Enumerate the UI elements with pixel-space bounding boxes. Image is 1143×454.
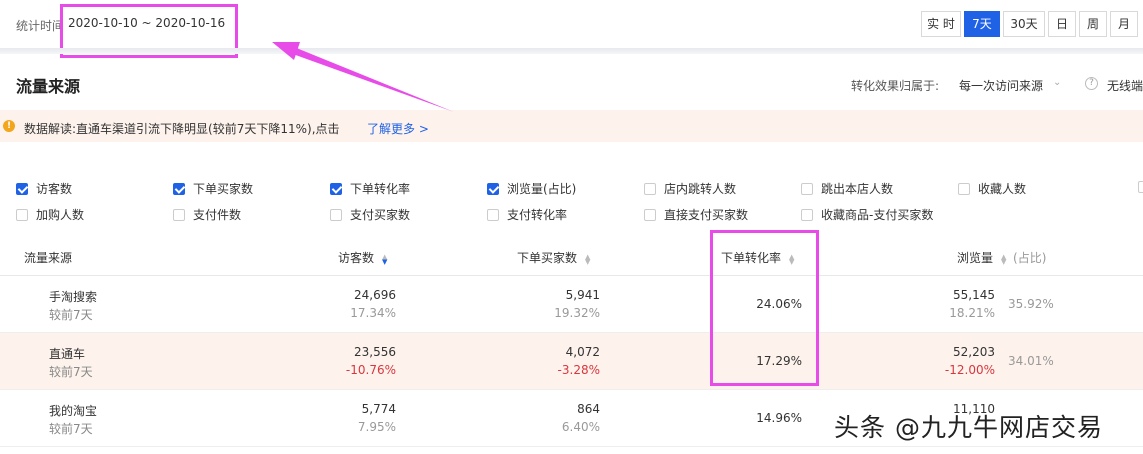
metric-label: 直接支付买家数 <box>664 208 749 222</box>
visitors-change: 17.34% <box>350 306 396 320</box>
metric-label: 支付转化率 <box>507 208 568 222</box>
visitors-change: 7.95% <box>357 420 396 434</box>
buyers-change: -3.28% <box>557 363 600 377</box>
metric-bounce[interactable]: 跳出本店人数 <box>801 180 893 197</box>
col-source: 流量来源 <box>24 251 73 265</box>
table-row[interactable]: 直通车 较前7天 23,556 -10.76% 4,072 -3.28% 17.… <box>0 333 1143 390</box>
pageviews-share: 35.92% <box>1008 297 1054 311</box>
col-visitors[interactable]: 访客数 ▲ ▼ <box>338 249 390 266</box>
col-order-buyers[interactable]: 下单买家数 ▲ ▼ <box>517 249 593 266</box>
metric-label: 收藏商品-支付买家数 <box>821 208 934 222</box>
metric-label: 下单买家数 <box>193 182 254 196</box>
col-label: 下单买家数 <box>517 251 578 265</box>
checkbox-icon[interactable] <box>487 209 499 221</box>
metric-paid-conversion[interactable]: 支付转化率 <box>487 206 567 223</box>
metric-label: 收藏人数 <box>978 182 1027 196</box>
visitors-change: -10.76% <box>345 363 396 377</box>
metric-label: 加购人数 <box>36 208 85 222</box>
visitors-value: 5,774 <box>361 402 396 416</box>
metric-order-conversion[interactable]: 下单转化率 <box>330 180 410 197</box>
compare-label: 较前7天 <box>49 422 93 436</box>
metric-label: 下单转化率 <box>350 182 411 196</box>
metric-internal-jump[interactable]: 店内跳转人数 <box>644 180 736 197</box>
checkbox-icon[interactable] <box>958 183 970 195</box>
metric-paid-buyers[interactable]: 支付买家数 <box>330 206 410 223</box>
pageviews-share: 34.01% <box>1008 354 1054 368</box>
checkbox-icon[interactable] <box>173 209 185 221</box>
table-row[interactable]: 手淘搜索 较前7天 24,696 17.34% 5,941 19.32% 24.… <box>0 276 1143 333</box>
visitors-value: 24,696 <box>354 288 396 302</box>
compare-label: 较前7天 <box>49 308 93 322</box>
checkbox-icon[interactable] <box>16 183 28 195</box>
metric-label: 支付件数 <box>193 208 242 222</box>
metric-fav-paid-buyers[interactable]: 收藏商品-支付买家数 <box>801 206 933 223</box>
checkbox-icon[interactable] <box>1138 181 1143 193</box>
col-label: 访客数 <box>338 251 375 265</box>
metric-label: 跳出本店人数 <box>821 182 894 196</box>
source-name[interactable]: 手淘搜索 <box>49 288 97 305</box>
checkbox-icon[interactable] <box>487 183 499 195</box>
buyers-value: 4,072 <box>565 345 600 359</box>
col-pageviews[interactable]: 浏览量 ▲ ▼ (占比) <box>957 249 1046 266</box>
metric-paid-items[interactable]: 支付件数 <box>173 206 241 223</box>
buyers-change: 6.40% <box>561 420 600 434</box>
metric-direct-paid-buyers[interactable]: 直接支付买家数 <box>644 206 748 223</box>
pageviews-change: -12.00% <box>944 363 995 377</box>
pageviews-change: 18.21% <box>949 306 995 320</box>
buyers-value: 5,941 <box>565 288 600 302</box>
sort-icon[interactable]: ▲ ▼ <box>382 254 390 266</box>
checkbox-icon[interactable] <box>644 183 656 195</box>
buyers-value: 864 <box>577 402 600 416</box>
pageviews-value: 55,145 <box>953 288 995 302</box>
checkbox-icon[interactable] <box>644 209 656 221</box>
sort-icon[interactable]: ▲ ▼ <box>1001 254 1009 266</box>
metric-add-cart[interactable]: 加购人数 <box>16 206 84 223</box>
source-name[interactable]: 直通车 <box>49 345 85 362</box>
watermark: 头条 @九九牛网店交易 <box>834 413 1103 442</box>
checkbox-icon[interactable] <box>330 183 342 195</box>
checkbox-icon[interactable] <box>173 183 185 195</box>
metric-label: 店内跳转人数 <box>664 182 737 196</box>
checkbox-icon[interactable] <box>801 183 813 195</box>
sort-icon[interactable]: ▲ ▼ <box>585 254 593 266</box>
pageviews-value: 52,203 <box>953 345 995 359</box>
share-note: (占比) <box>1013 251 1047 265</box>
metric-visitors[interactable]: 访客数 <box>16 180 72 197</box>
conversion-value: 14.96% <box>756 411 802 425</box>
checkbox-icon[interactable] <box>330 209 342 221</box>
metric-order-buyers[interactable]: 下单买家数 <box>173 180 253 197</box>
table-header: 流量来源 访客数 ▲ ▼ 下单买家数 ▲ ▼ 下单转化率 ▲ ▼ 浏览量 ▲ ▼ (占比) <box>0 238 1143 276</box>
col-label: 浏览量 <box>957 251 994 265</box>
source-name[interactable]: 我的淘宝 <box>49 402 97 419</box>
metric-pageviews[interactable]: 浏览量(占比) <box>487 180 576 197</box>
compare-label: 较前7天 <box>49 365 93 379</box>
metric-label: 支付买家数 <box>350 208 411 222</box>
metric-label: 访客数 <box>36 182 73 196</box>
checkbox-icon[interactable] <box>801 209 813 221</box>
metric-favorites[interactable]: 收藏人数 <box>958 180 1026 197</box>
visitors-value: 23,556 <box>354 345 396 359</box>
buyers-change: 19.32% <box>554 306 600 320</box>
conversion-highlight-box <box>710 230 819 386</box>
checkbox-icon[interactable] <box>16 209 28 221</box>
metric-label: 浏览量(占比) <box>507 182 577 196</box>
